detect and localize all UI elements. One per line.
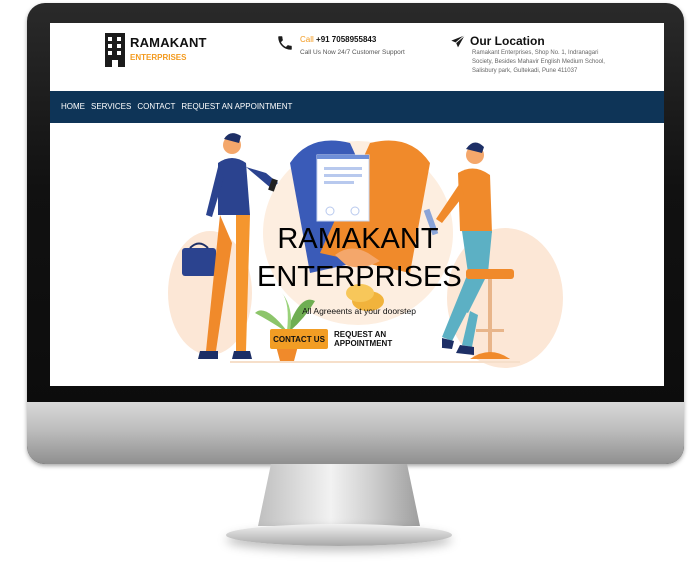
hero-title-line1: RAMAKANT: [277, 223, 439, 255]
location-title: Our Location: [470, 34, 545, 48]
brand-name[interactable]: RAMAKANT: [130, 35, 207, 50]
request-appointment-button[interactable]: REQUEST AN APPOINTMENT: [334, 329, 442, 349]
phone-icon: [278, 36, 292, 50]
contact-us-button[interactable]: CONTACT US: [270, 329, 328, 349]
website-screen: RAMAKANT ENTERPRISES Call +91 7058955843…: [50, 23, 664, 386]
send-icon: [451, 34, 465, 48]
call-line[interactable]: Call +91 7058955843: [300, 35, 376, 44]
main-navbar: HOME SERVICES CONTACT REQUEST AN APPOINT…: [50, 91, 664, 123]
monitor-stand-neck: [258, 464, 420, 526]
nav-request-appointment[interactable]: REQUEST AN APPOINTMENT: [181, 102, 292, 111]
nav-services[interactable]: SERVICES: [91, 102, 131, 111]
monitor-stand-base: [226, 524, 452, 546]
hero-subtitle: All Agreeents at your doorstep: [302, 306, 416, 316]
hero-title-line2: ENTERPRISES: [257, 261, 462, 293]
brand-subtitle: ENTERPRISES: [130, 53, 187, 62]
nav-home[interactable]: HOME: [61, 102, 85, 111]
hero-title: RAMAKANT ENTERPRISES: [257, 220, 462, 296]
call-label: Call: [300, 35, 314, 44]
phone-number[interactable]: +91 7058955843: [316, 35, 376, 44]
location-address: Ramakant Enterprises, Shop No. 1, Indran…: [472, 50, 605, 74]
nav-contact[interactable]: CONTACT: [137, 102, 175, 111]
support-text: Call Us Now 24/7 Customer Support: [300, 49, 405, 56]
monitor-chin: [27, 402, 684, 464]
building-icon: [105, 33, 125, 67]
hero-section: RAMAKANT ENTERPRISES All Agreeents at yo…: [50, 123, 664, 386]
site-header: RAMAKANT ENTERPRISES Call +91 7058955843…: [50, 23, 664, 91]
